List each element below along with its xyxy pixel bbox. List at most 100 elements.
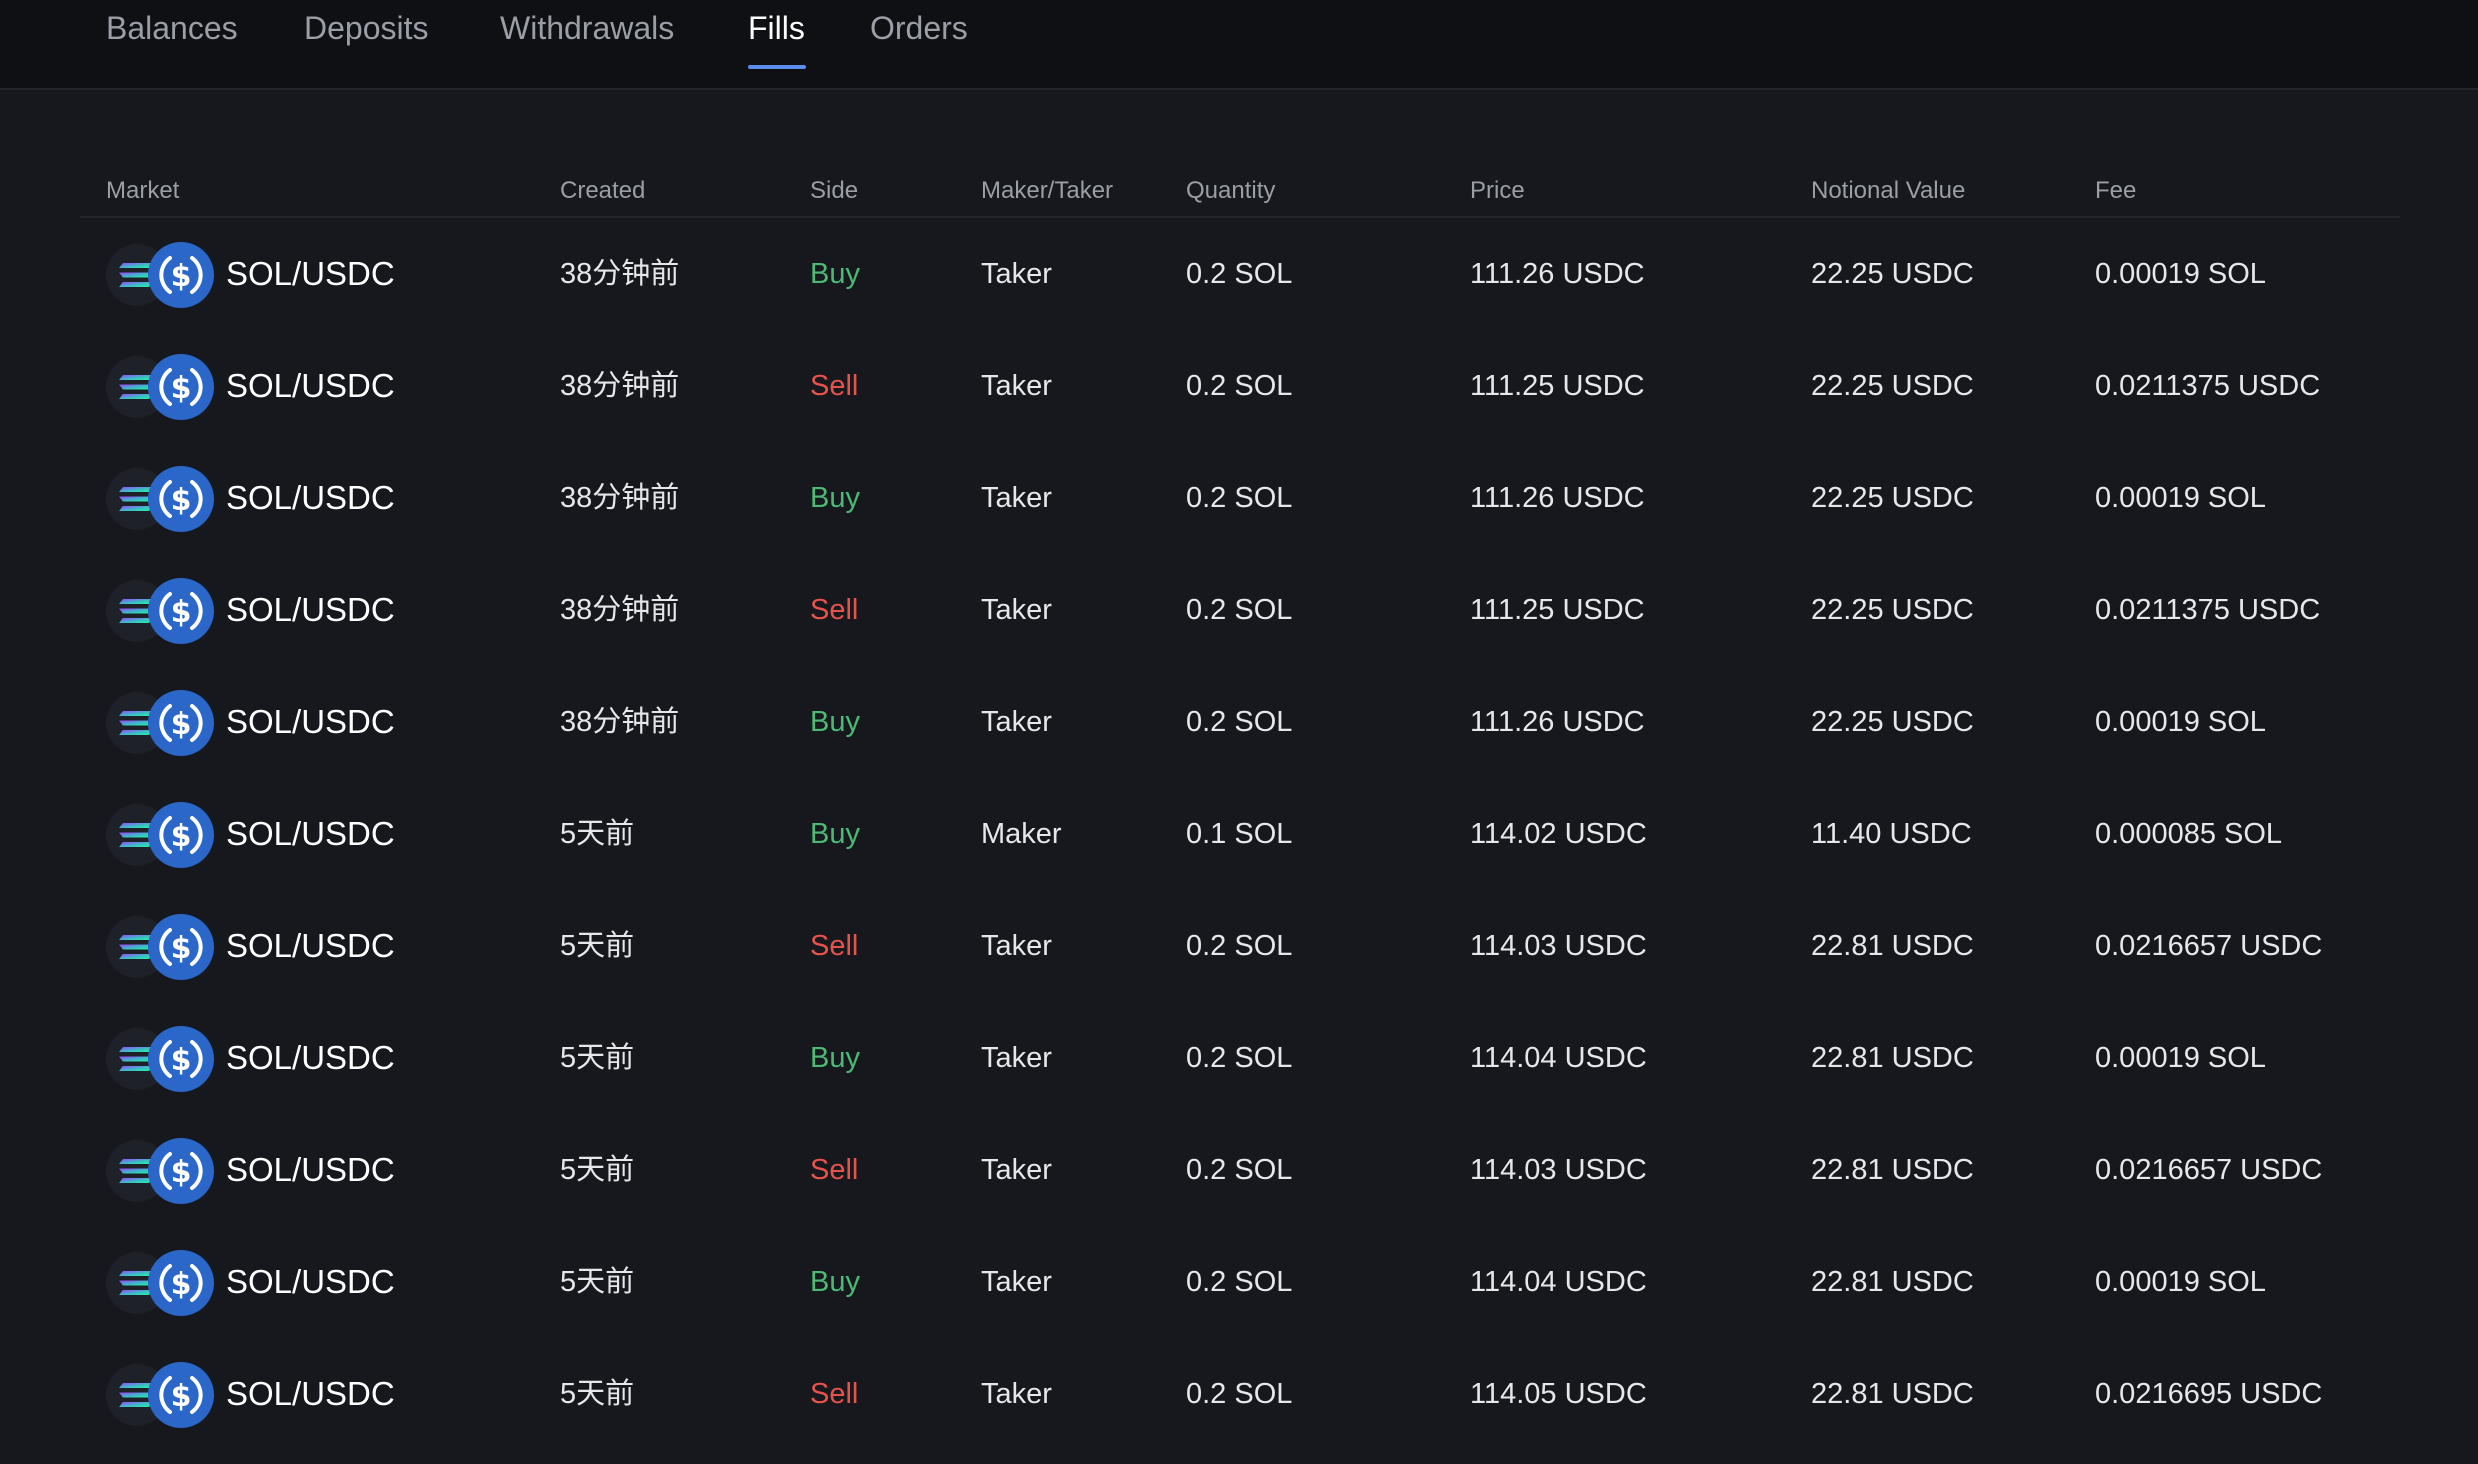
market-pair-icons: $ (106, 1138, 216, 1204)
svg-text:$: $ (171, 931, 192, 966)
tab-deposits[interactable]: Deposits (304, 10, 429, 47)
fee-value: 0.0211375 USDC (2095, 370, 2321, 402)
market-name: SOL/USDC (226, 1263, 395, 1300)
market-name: SOL/USDC (226, 591, 395, 628)
svg-text:$: $ (171, 259, 192, 294)
market-name: SOL/USDC (226, 367, 395, 404)
side-label: Sell (810, 370, 859, 402)
maker-taker-label: Maker (981, 818, 1062, 850)
table-row[interactable]: $ SOL/USDC 38分钟前 Sell Taker 0.2 SOL 111.25 USD… (80, 330, 2400, 442)
market-name: SOL/USDC (226, 815, 395, 852)
notional-value: 22.25 USDC (1811, 594, 1974, 626)
price-value: 114.05 USDC (1470, 1378, 1647, 1410)
usdc-icon: $ (148, 690, 214, 756)
market-pair-icons: $ (106, 466, 216, 532)
side-label: Sell (810, 594, 859, 626)
table-row[interactable]: $ SOL/USDC 5天前 Buy Maker 0.1 SOL 114.02 USDC 11… (80, 778, 2400, 890)
table-row[interactable]: $ SOL/USDC 5天前 Buy Taker 0.2 SOL 114.04 USDC 22… (80, 1226, 2400, 1338)
svg-text:$: $ (171, 1043, 192, 1078)
fee-value: 0.0216657 USDC (2095, 1154, 2323, 1186)
maker-taker-label: Taker (981, 594, 1052, 626)
quantity-value: 0.2 SOL (1186, 258, 1293, 290)
market-name: SOL/USDC (226, 1151, 395, 1188)
table-row[interactable]: $ SOL/USDC 38分钟前 Buy Taker 0.2 SOL 111.26 USDC… (80, 218, 2400, 330)
market-pair-icons: $ (106, 914, 216, 980)
tab-balances[interactable]: Balances (106, 10, 238, 47)
fee-value: 0.0216695 USDC (2095, 1378, 2323, 1410)
market-pair-icons: $ (106, 354, 216, 420)
maker-taker-label: Taker (981, 1266, 1052, 1298)
svg-text:$: $ (171, 707, 192, 742)
column-header-fee: Fee (2095, 177, 2137, 204)
account-tab-bar: Balances Deposits Withdrawals Fills Orde… (0, 0, 2478, 90)
price-value: 114.03 USDC (1470, 930, 1647, 962)
side-label: Buy (810, 818, 860, 850)
maker-taker-label: Taker (981, 1378, 1052, 1410)
maker-taker-label: Taker (981, 930, 1052, 962)
quantity-value: 0.2 SOL (1186, 930, 1293, 962)
notional-value: 22.25 USDC (1811, 706, 1974, 738)
tab-withdrawals[interactable]: Withdrawals (500, 10, 674, 47)
tab-fills[interactable]: Fills (748, 10, 805, 47)
created-time: 38分钟前 (560, 706, 680, 738)
notional-value: 22.81 USDC (1811, 1378, 1974, 1410)
notional-value: 22.81 USDC (1811, 1154, 1974, 1186)
active-tab-indicator (748, 65, 806, 69)
fee-value: 0.00019 SOL (2095, 1266, 2266, 1298)
market-pair-icons: $ (106, 242, 216, 308)
table-row[interactable]: $ SOL/USDC 38分钟前 Buy Taker 0.2 SOL 111.26 USDC… (80, 442, 2400, 554)
market-pair-icons: $ (106, 1026, 216, 1092)
notional-value: 22.81 USDC (1811, 1266, 1974, 1298)
quantity-value: 0.2 SOL (1186, 1154, 1293, 1186)
price-value: 114.04 USDC (1470, 1266, 1647, 1298)
fills-table: Market Created Side Maker/Taker Quantity… (80, 170, 2400, 1450)
market-name: SOL/USDC (226, 1039, 395, 1076)
svg-text:$: $ (171, 819, 192, 854)
price-value: 114.04 USDC (1470, 1042, 1647, 1074)
quantity-value: 0.2 SOL (1186, 1042, 1293, 1074)
usdc-icon: $ (148, 1250, 214, 1316)
table-row[interactable]: $ SOL/USDC 38分钟前 Sell Taker 0.2 SOL 111.25 USD… (80, 554, 2400, 666)
price-value: 114.03 USDC (1470, 1154, 1647, 1186)
quantity-value: 0.2 SOL (1186, 594, 1293, 626)
quantity-value: 0.2 SOL (1186, 1378, 1293, 1410)
market-name: SOL/USDC (226, 255, 395, 292)
table-row[interactable]: $ SOL/USDC 5天前 Sell Taker 0.2 SOL 114.03 USDC 2… (80, 890, 2400, 1002)
quantity-value: 0.2 SOL (1186, 370, 1293, 402)
price-value: 111.26 USDC (1470, 258, 1645, 290)
usdc-icon: $ (148, 466, 214, 532)
quantity-value: 0.2 SOL (1186, 1266, 1293, 1298)
price-value: 111.25 USDC (1470, 370, 1645, 402)
table-row[interactable]: $ SOL/USDC 5天前 Sell Taker 0.2 SOL 114.03 USDC 2… (80, 1114, 2400, 1226)
column-header-notional-value: Notional Value (1811, 177, 1966, 204)
usdc-icon: $ (148, 914, 214, 980)
maker-taker-label: Taker (981, 370, 1052, 402)
maker-taker-label: Taker (981, 706, 1052, 738)
fee-value: 0.00019 SOL (2095, 482, 2266, 514)
quantity-value: 0.2 SOL (1186, 706, 1293, 738)
usdc-icon: $ (148, 1138, 214, 1204)
table-row[interactable]: $ SOL/USDC 5天前 Buy Taker 0.2 SOL 114.04 USDC 22… (80, 1002, 2400, 1114)
column-header-price: Price (1470, 177, 1525, 204)
tab-orders[interactable]: Orders (870, 10, 968, 47)
created-time: 5天前 (560, 818, 635, 850)
column-header-market: Market (106, 177, 180, 204)
table-row[interactable]: $ SOL/USDC 5天前 Sell Taker 0.2 SOL 114.05 USDC 2… (80, 1338, 2400, 1450)
maker-taker-label: Taker (981, 1154, 1052, 1186)
price-value: 111.25 USDC (1470, 594, 1645, 626)
created-time: 5天前 (560, 1154, 635, 1186)
table-row[interactable]: $ SOL/USDC 38分钟前 Buy Taker 0.2 SOL 111.26 USDC… (80, 666, 2400, 778)
fee-value: 0.000085 SOL (2095, 818, 2283, 850)
table-body: $ SOL/USDC 38分钟前 Buy Taker 0.2 SOL 111.26 USDC… (80, 218, 2400, 1450)
side-label: Sell (810, 930, 859, 962)
quantity-value: 0.1 SOL (1186, 818, 1293, 850)
created-time: 5天前 (560, 1266, 635, 1298)
created-time: 5天前 (560, 1042, 635, 1074)
market-name: SOL/USDC (226, 927, 395, 964)
usdc-icon: $ (148, 802, 214, 868)
market-name: SOL/USDC (226, 1375, 395, 1412)
side-label: Buy (810, 482, 860, 514)
svg-text:$: $ (171, 483, 192, 518)
fee-value: 0.00019 SOL (2095, 258, 2266, 290)
notional-value: 22.25 USDC (1811, 370, 1974, 402)
